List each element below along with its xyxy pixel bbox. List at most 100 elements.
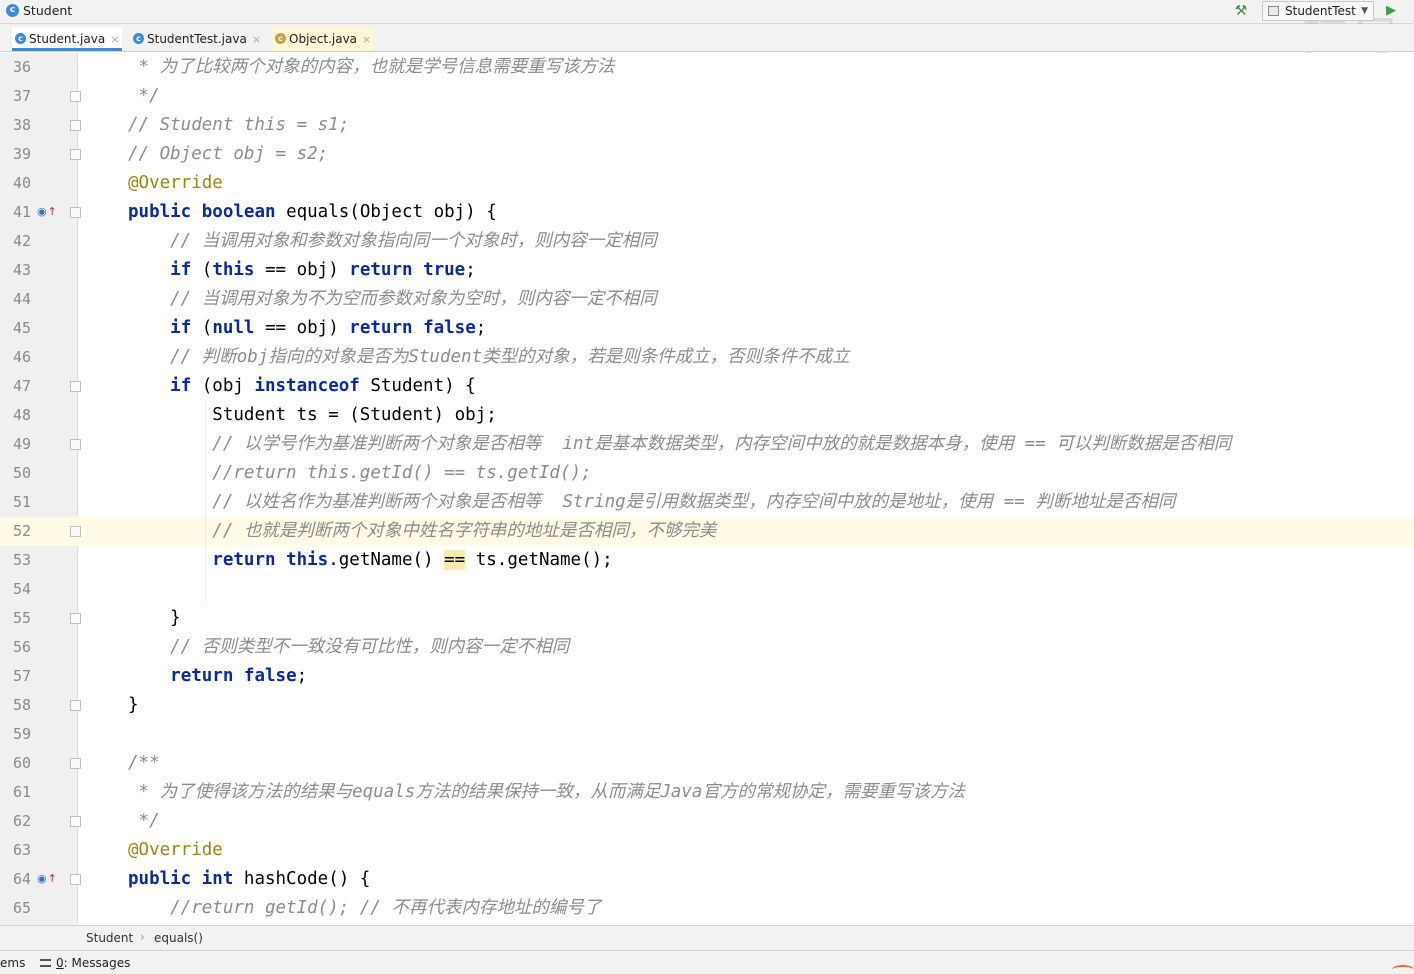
code-text: */ [128, 811, 160, 831]
fold-marker-icon[interactable] [70, 120, 81, 131]
close-icon[interactable]: × [252, 33, 261, 46]
tab-label: StudentTest.java [147, 32, 247, 46]
code-text: // Object obj = s2; [128, 144, 329, 164]
line-number: 46 [12, 348, 31, 366]
override-gutter-icon[interactable]: ◉↑ [37, 873, 57, 885]
keyword: return [349, 318, 413, 338]
breadcrumb-class[interactable]: Student [86, 931, 133, 945]
code-token: .getName() [328, 550, 445, 570]
tab-student-java[interactable]: c Student.java × [12, 27, 122, 51]
messages-shortcut: 0 [56, 956, 64, 970]
code-line: 40 @Override [0, 169, 1414, 198]
code-text: // Student this = s1; [128, 115, 350, 135]
code-text: return this.getName() == ts.getName(); [128, 546, 613, 575]
line-number: 45 [12, 319, 31, 337]
code-line: 46 // 判断obj指向的对象是否为Student类型的对象，若是则条件成立，… [0, 343, 1414, 372]
tab-label: Object.java [289, 32, 358, 46]
line-number: 57 [12, 667, 31, 685]
breadcrumb-method[interactable]: equals() [154, 931, 203, 945]
tool-tab-problems[interactable]: ems [0, 956, 25, 970]
code-line: 59 [0, 720, 1414, 749]
fold-marker-icon[interactable] [70, 91, 81, 102]
fold-marker-icon[interactable] [70, 816, 81, 827]
code-line: 42 // 当调用对象和参数对象指向同一个对象时，则内容一定相同 [0, 227, 1414, 256]
code-token: ; [465, 260, 476, 280]
keyword: if [170, 260, 192, 280]
code-text: /** [128, 753, 160, 773]
code-text: // 以学号作为基准判断两个对象是否相等 int是基本数据类型，内存空间中放的就… [128, 434, 1232, 454]
config-icon [1268, 6, 1279, 16]
code-text: //return this.getId() == ts.getId(); [128, 463, 592, 483]
line-number: 52 [12, 522, 31, 540]
run-config-dropdown[interactable]: StudentTest ▼ [1262, 1, 1374, 21]
code-text: if (obj instanceof Student) { [128, 372, 476, 401]
class-icon: c [15, 33, 26, 44]
line-number: 65 [12, 899, 31, 917]
fold-marker-icon[interactable] [70, 700, 81, 711]
fold-marker-icon[interactable] [70, 149, 81, 160]
code-line: 39 // Object obj = s2; [0, 140, 1414, 169]
code-editor[interactable]: 36 * 为了比较两个对象的内容，也就是学号信息需要重写该方法 37 */ 38… [0, 53, 1414, 925]
fold-marker-icon[interactable] [70, 874, 81, 885]
fold-marker-icon[interactable] [70, 526, 81, 537]
line-number: 40 [12, 174, 31, 192]
tab-object-java[interactable]: c Object.java × [272, 27, 374, 51]
run-icon[interactable]: ▶ [1386, 2, 1402, 20]
breadcrumb-separator: › [140, 930, 145, 944]
line-number: 49 [12, 435, 31, 453]
code-token: Student) { [359, 376, 476, 396]
code-token: equals(Object obj) { [275, 202, 497, 222]
messages-icon [40, 958, 51, 967]
class-icon: c [275, 33, 286, 44]
code-line: 64 ◉↑ public int hashCode() { [0, 865, 1414, 894]
code-line-current: 52 // 也就是判断两个对象中姓名字符串的地址是否相同，不够完美 [0, 517, 1414, 546]
indent-guide [205, 575, 206, 604]
tab-studenttest-java[interactable]: c StudentTest.java × [130, 27, 264, 51]
keyword: instanceof [254, 376, 360, 396]
tool-tab-messages[interactable]: 0: Messages [40, 956, 130, 970]
code-line: 45 if (null == obj) return false; [0, 314, 1414, 343]
code-token: == obj) [254, 260, 350, 280]
override-gutter-icon[interactable]: ◉↑ [37, 206, 57, 218]
code-token: == obj) [254, 318, 350, 338]
close-icon[interactable]: × [362, 33, 371, 46]
line-number: 50 [12, 464, 31, 482]
fold-marker-icon[interactable] [70, 758, 81, 769]
code-token: ( [191, 260, 213, 280]
line-number: 38 [12, 116, 31, 134]
keyword: return [349, 260, 413, 280]
line-number: 64 [12, 870, 31, 888]
code-token: hashCode() { [233, 869, 371, 889]
keyword: int [201, 869, 234, 889]
fold-marker-icon[interactable] [70, 207, 81, 218]
line-number: 53 [12, 551, 31, 569]
code-line: 36 * 为了比较两个对象的内容，也就是学号信息需要重写该方法 [0, 53, 1414, 82]
keyword: return [212, 550, 276, 570]
code-line: 51 // 以姓名作为基准判断两个对象是否相等 String是引用数据类型，内存… [0, 488, 1414, 517]
class-icon: c [133, 33, 144, 44]
code-token: ( [191, 318, 213, 338]
fold-marker-icon[interactable] [70, 381, 81, 392]
close-icon[interactable]: × [110, 33, 119, 46]
code-token: (obj [191, 376, 255, 396]
code-line: 58 } [0, 691, 1414, 720]
code-text: // 也就是判断两个对象中姓名字符串的地址是否相同，不够完美 [128, 521, 717, 541]
line-number: 48 [12, 406, 31, 424]
code-line: 38 // Student this = s1; [0, 111, 1414, 140]
line-number: 61 [12, 783, 31, 801]
code-text: public int hashCode() { [128, 865, 370, 894]
keyword: true [423, 260, 466, 280]
code-line: 53 return this.getName() == ts.getName()… [0, 546, 1414, 575]
editor-tab-bar: c Student.java × c StudentTest.java × c Objec… [0, 24, 1414, 52]
fold-marker-icon[interactable] [70, 439, 81, 450]
code-text: // 否则类型不一致没有可比性，则内容一定不相同 [128, 637, 570, 657]
line-number: 59 [12, 725, 31, 743]
code-text: if (this == obj) return true; [128, 256, 476, 285]
class-icon: c [6, 4, 19, 17]
fold-marker-icon[interactable] [70, 613, 81, 624]
window-title: Student [23, 3, 73, 18]
code-text: * 为了使得该方法的结果与equals方法的结果保持一致，从而满足Java官方的… [128, 782, 965, 802]
line-number: 55 [12, 609, 31, 627]
code-text: // 以姓名作为基准判断两个对象是否相等 String是引用数据类型，内存空间中… [128, 492, 1176, 512]
hammer-icon[interactable]: ⚒ [1232, 2, 1250, 20]
